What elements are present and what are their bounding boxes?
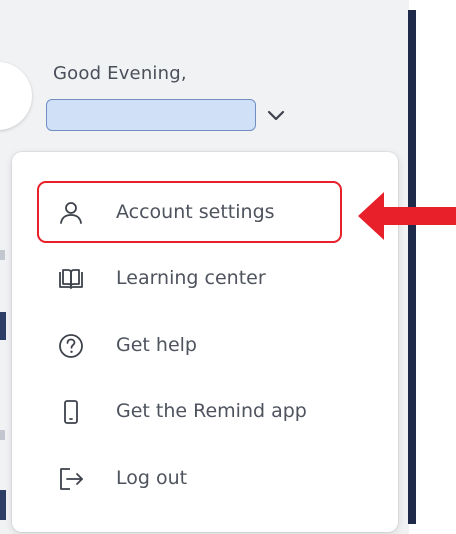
account-dropdown-menu: Account settings Learning center Get hel… <box>12 152 398 532</box>
help-circle-icon <box>59 334 83 358</box>
menu-item-learning-center[interactable]: Learning center <box>26 251 388 307</box>
user-icon <box>60 202 82 224</box>
menu-item-label: Learning center <box>116 267 266 289</box>
menu-item-label: Log out <box>116 467 188 489</box>
menu-item-label: Get help <box>116 334 197 356</box>
menu-item-label: Get the Remind app <box>116 400 307 422</box>
page-fragment <box>0 312 6 340</box>
menu-item-account-settings[interactable]: Account settings <box>26 185 388 241</box>
page-fragment <box>0 430 5 440</box>
page-fragment <box>0 490 6 520</box>
book-icon <box>59 269 83 289</box>
menu-item-label: Account settings <box>116 201 275 223</box>
menu-item-get-remind-app[interactable]: Get the Remind app <box>26 384 388 440</box>
menu-item-log-out[interactable]: Log out <box>26 451 388 507</box>
greeting-text: Good Evening, <box>53 63 187 84</box>
phone-icon <box>64 400 78 424</box>
logout-icon <box>60 468 83 490</box>
screenshot-stage: Good Evening, Account settings Learning … <box>0 0 456 534</box>
red-arrow-icon <box>358 192 456 240</box>
menu-item-get-help[interactable]: Get help <box>26 318 388 374</box>
page-edge-stripe <box>408 10 416 524</box>
user-name-field <box>46 99 256 131</box>
page-fragment <box>0 250 5 260</box>
chevron-down-icon[interactable] <box>266 108 286 124</box>
